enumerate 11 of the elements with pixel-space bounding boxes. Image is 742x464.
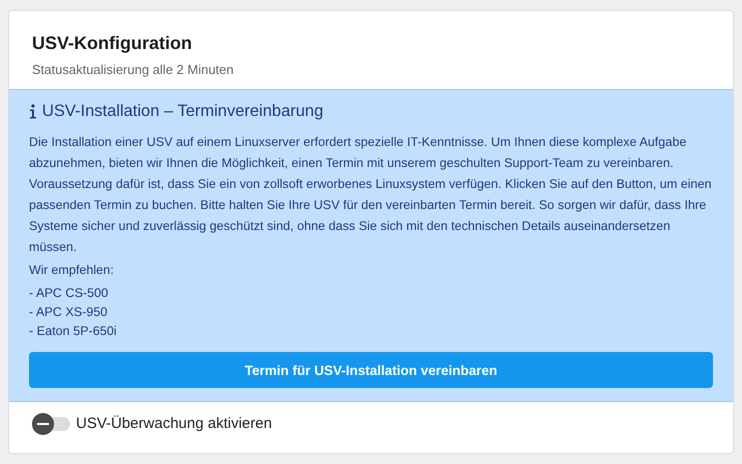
info-text: Die Installation einer USV auf einem Linuxserver erfordert spezielle IT-Kenntnisse. Um Ihnen diese komplexe Aufgabe abzunehmen, bieten wir Ihnen die Möglichkeit, einen Termin mit unserem geschulten Support-Team zu vereinbaren. Voraussetzung dafür ist, dass Sie ein von zollsoft erworbenes Linuxsystem verfügen. Klicken Sie auf den Button, um einen passenden Termin zu buchen. Bitte halten Sie Ihre USV für den vereinbarten Termin bereit. So sorgen wir dafür, dass Ihre Systeme sicher und zuverlässig geschützt sind, ohne dass Sie sich mit den technischen Details auseinandersetzen müssen. [29, 134, 713, 256]
recommendation-item: - Eaton 5P-650i [29, 323, 118, 340]
recommendation-item: - APC CS-500 [29, 285, 110, 302]
card-title: USV-Konfiguration [32, 33, 193, 54]
recommendation-item: - APC XS-950 [29, 304, 108, 321]
card-subtitle: Statusaktualisierung alle 2 Minuten [32, 62, 235, 77]
info-heading: USV-Installation – Terminvereinbarung [42, 102, 324, 121]
recommend-label: Wir empfehlen: [29, 263, 115, 277]
appointment-button[interactable]: Termin für USV-Installation vereinbaren [29, 352, 713, 388]
info-icon [29, 104, 37, 119]
toggle-label: USV-Überwachung aktivieren [76, 415, 272, 432]
